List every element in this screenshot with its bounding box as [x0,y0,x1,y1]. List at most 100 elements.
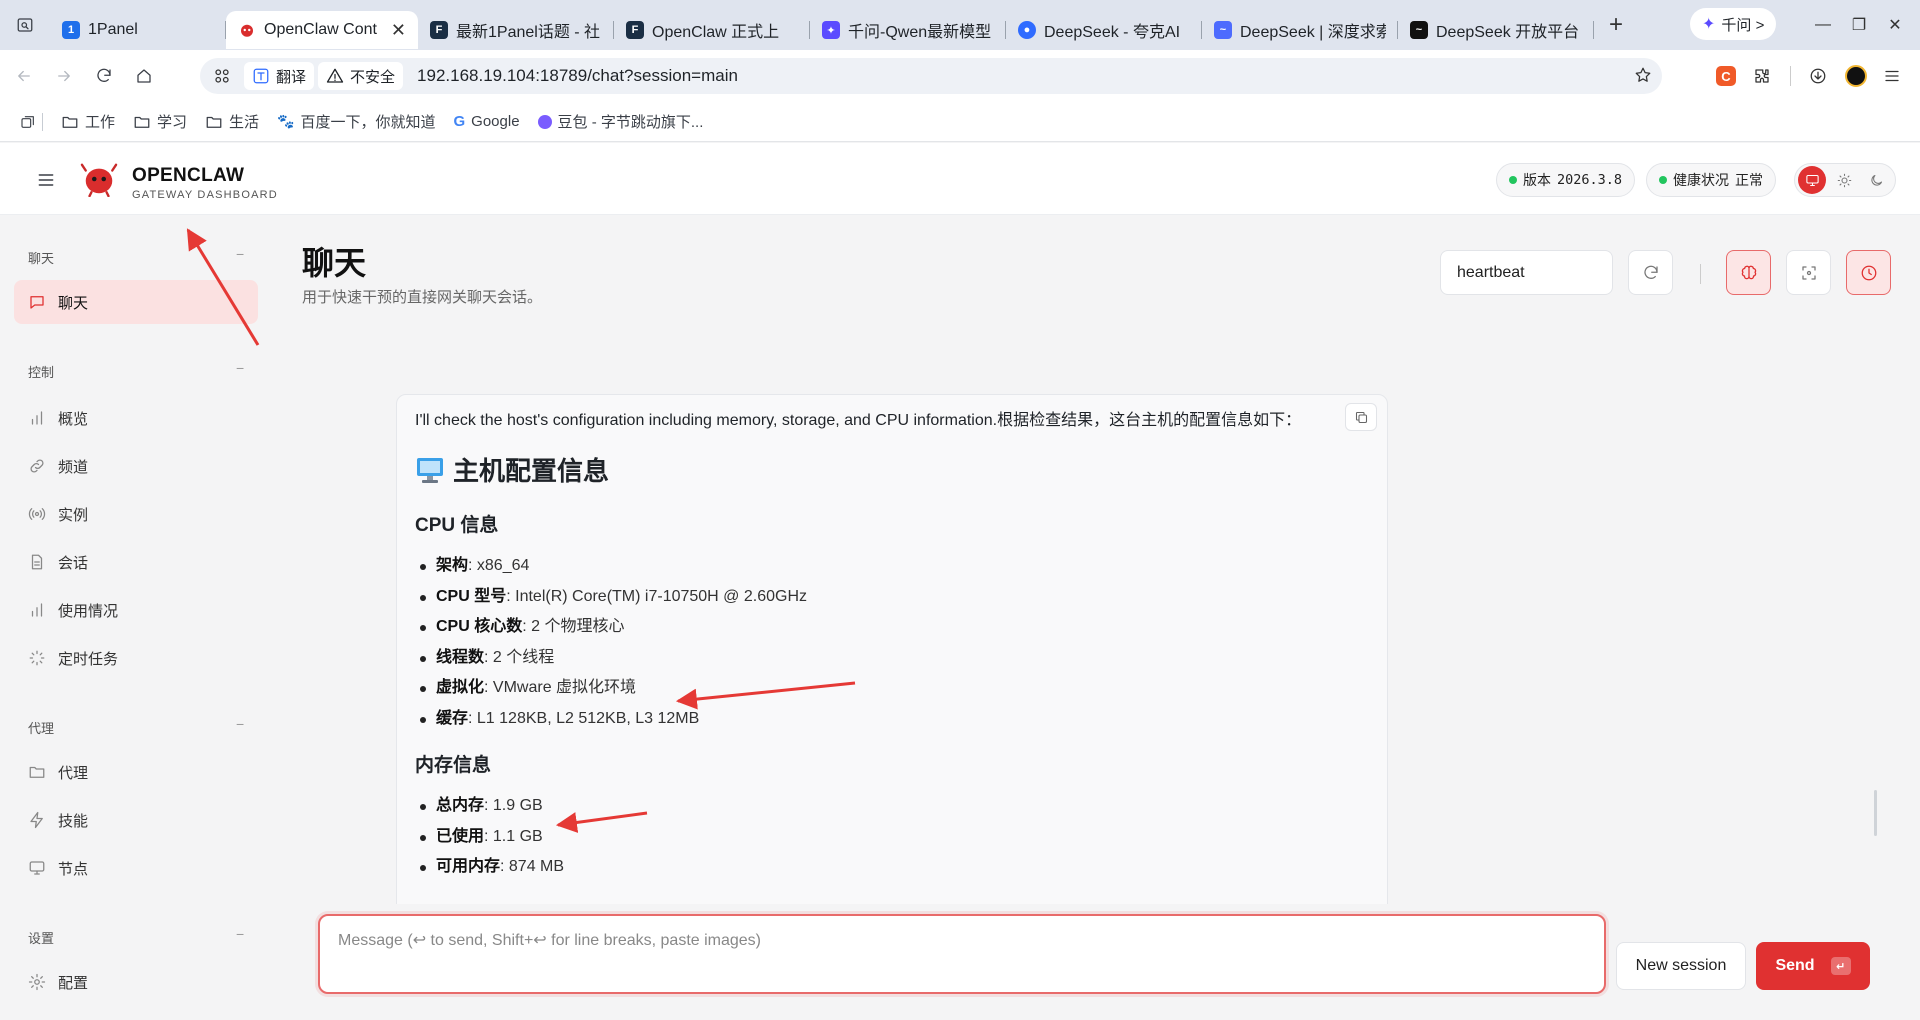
sidebar-item-sessions[interactable]: 会话 [14,540,258,584]
browser-menu-icon[interactable] [1880,64,1904,88]
chat-icon [30,296,44,309]
bar-chart-icon [31,603,43,617]
list-item-value: : 874 MB [500,858,565,875]
apps-grid-icon[interactable] [204,58,240,94]
address-bar[interactable]: 翻译 不安全 192.168.19.104:18789/chat?session… [200,58,1662,94]
list-item-key: 线程数 [436,648,485,666]
list-item: 架构: x86_64 [415,551,1369,582]
collapse-group-button[interactable]: − [236,926,244,942]
bookmark-label: Google [471,113,520,130]
bookmark-doubao[interactable]: 豆包 - 字节跳动旗下... [537,111,704,132]
forward-arrow-icon[interactable] [44,56,84,96]
browser-tab-qwen[interactable]: ✦ 千问-Qwen最新模型 [810,11,1006,49]
refresh-button[interactable] [1628,250,1673,295]
reload-icon[interactable] [84,56,124,96]
openclaw-logo-icon [80,163,118,197]
list-item: CPU 核心数: 2 个物理核心 [415,612,1369,643]
bookmark-folder-study[interactable]: 学习 [133,111,187,132]
openclaw-favicon-icon [238,21,256,39]
brand-name: OPENCLAW [132,165,245,186]
tab-search-icon[interactable] [0,0,50,50]
copy-message-button[interactable] [1345,403,1377,431]
translate-chip[interactable]: 翻译 [244,62,315,90]
sidebar-item-skills[interactable]: 技能 [14,798,258,842]
chat-thread[interactable]: I'll check the host's configuration incl… [272,330,1920,904]
sidebar-item-chat[interactable]: 聊天 [14,280,258,324]
bookmark-google[interactable]: G Google [454,113,520,130]
sidebar-item-label: 代理 [58,764,89,782]
extension-c-icon[interactable]: C [1714,64,1738,88]
qianwen-button[interactable]: ✦ 千问 > [1690,8,1777,40]
sidebar-item-nodes[interactable]: 节点 [14,846,258,890]
collapse-group-button[interactable]: − [236,360,244,376]
tab-label: OpenClaw Cont [264,21,377,38]
bookmark-folder-life[interactable]: 生活 [205,111,259,132]
insecure-chip[interactable]: 不安全 [318,62,404,90]
bookmark-star-icon[interactable] [1634,66,1652,84]
list-item-value: : 1.9 GB [484,797,543,814]
home-icon[interactable] [124,56,164,96]
browser-tab-openclaw[interactable]: OpenClaw Cont ✕ [226,11,418,49]
tab-manager-icon[interactable] [20,114,36,130]
thinking-toggle-button[interactable] [1726,250,1771,295]
browser-tab-openclaw-release[interactable]: F OpenClaw 正式上 [614,11,810,49]
close-tab-icon[interactable]: ✕ [391,20,406,41]
message-input[interactable] [338,930,1578,980]
sun-theme-icon[interactable] [1830,166,1858,194]
sidebar-item-channels[interactable]: 频道 [14,444,258,488]
browser-tab-bar: 1 1Panel OpenClaw Cont ✕ F 最新1Panel话题 - … [0,0,1920,50]
browser-tab-deepseek[interactable]: ~ DeepSeek | 深度求索 [1202,11,1398,49]
sidebar-item-overview[interactable]: 概览 [14,396,258,440]
new-session-button[interactable]: New session [1616,942,1746,990]
new-tab-button[interactable]: + [1598,7,1634,43]
list-item-key: 虚拟化 [436,679,485,696]
sidebar-item-instances[interactable]: 实例 [14,492,258,536]
document-icon [31,554,43,570]
folder-icon [134,116,150,128]
list-item-value: : L1 128KB, L2 512KB, L3 12MB [468,709,700,727]
avatar[interactable] [1844,64,1868,88]
collapse-group-button[interactable]: − [236,716,244,732]
message-intro: I'll check the host's configuration incl… [415,412,1302,429]
sidebar-item-cron[interactable]: 定时任务 [14,636,258,680]
sidebar-item-usage[interactable]: 使用情况 [14,588,258,632]
moon-theme-icon[interactable] [1862,166,1890,194]
url-text[interactable]: 192.168.19.104:18789/chat?session=main [417,66,738,86]
focus-mode-button[interactable] [1786,250,1831,295]
download-icon[interactable] [1806,64,1830,88]
list-item-value: : Intel(R) Core(TM) i7-10750H @ 2.60GHz [506,587,808,605]
send-button[interactable]: Send ↵ [1756,942,1870,990]
bookmark-folder-work[interactable]: 工作 [61,111,115,132]
browser-tab-1panel[interactable]: 1 1Panel [50,11,226,49]
sidebar-item-agents[interactable]: 代理 [14,750,258,794]
list-item-key: CPU 型号 [436,587,507,605]
bookmark-baidu[interactable]: 🐾 百度一下，你就知道 [277,111,435,132]
cron-toggle-button[interactable] [1846,250,1891,295]
back-arrow-icon[interactable] [4,56,44,96]
tab-label: DeepSeek 开放平台 [1436,24,1580,41]
browser-tab-quark-deepseek[interactable]: ● DeepSeek - 夸克AI [1006,11,1202,49]
sidebar-item-config[interactable]: 配置 [14,960,258,1004]
monitor-theme-icon[interactable] [1798,166,1826,194]
menu-toggle-icon[interactable] [36,170,56,190]
translate-label: 翻译 [276,68,307,86]
message-heading: 主机配置信息 [415,451,1369,488]
collapse-group-button[interactable]: − [236,246,244,262]
loader-icon [29,650,45,666]
chat-scrollbar[interactable] [1874,790,1877,836]
browser-tab-deepseek-platform[interactable]: ~ DeepSeek 开放平台 [1398,11,1594,49]
session-select[interactable]: heartbeat [1440,250,1613,295]
browser-tab-1panel-topic[interactable]: F 最新1Panel话题 - 社 [418,11,614,49]
extensions-puzzle-icon[interactable] [1750,64,1774,88]
folder-icon [62,116,78,128]
close-window-icon[interactable]: ✕ [1872,0,1918,50]
bookmark-label: 豆包 - 字节跳动旗下... [557,114,704,131]
list-item: 总内存: 1.9 GB [415,791,1369,822]
clock-icon [1861,265,1876,280]
bookmark-label: 百度一下，你就知道 [300,114,436,131]
list-item-key: 缓存 [436,709,469,727]
broadcast-icon [28,508,46,520]
health-label: 健康状况 [1673,172,1729,188]
copy-icon [1355,411,1367,423]
session-value: heartbeat [1457,263,1525,281]
